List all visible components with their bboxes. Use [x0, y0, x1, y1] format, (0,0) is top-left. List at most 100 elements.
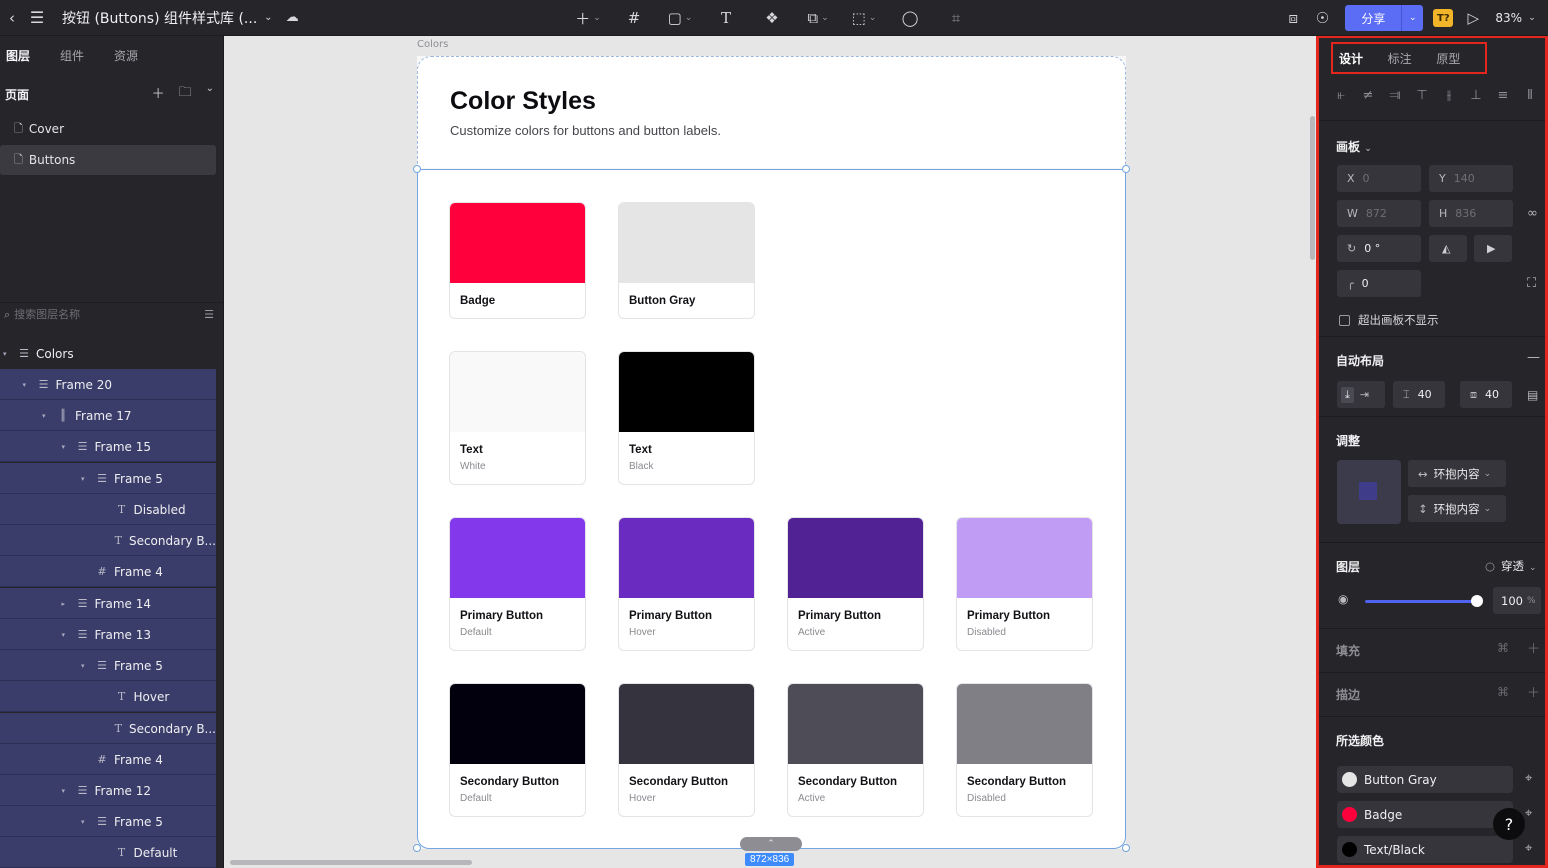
color-swatch-card[interactable]: Secondary Button Active [787, 683, 924, 817]
expand-arrow-icon[interactable]: ▾ [81, 475, 91, 483]
ellipse-tool-icon[interactable]: ◯ [887, 0, 933, 36]
opacity-input[interactable]: 100% [1493, 587, 1541, 614]
horizontal-sizing-select[interactable]: ↔ 环抱内容 ⌄ [1408, 460, 1506, 487]
layer-row[interactable]: ▾ ☰ Frame 5 [0, 806, 216, 837]
clip-content-checkbox[interactable]: 超出画板不显示 [1339, 312, 1439, 328]
play-icon[interactable]: ▷ [1463, 9, 1483, 27]
layer-row[interactable]: # Frame 4 [0, 744, 216, 775]
filter-icon[interactable]: ☰ [204, 308, 214, 321]
crop-tool-icon[interactable]: ⌗ [933, 0, 979, 36]
add-tool-button[interactable]: ＋ ⌄ [565, 0, 611, 36]
design-canvas[interactable]: Colors Color Styles Customize colors for… [225, 36, 1316, 868]
layer-row[interactable]: ▸ ☰ Frame 14 [0, 588, 216, 619]
resize-handle[interactable] [1122, 844, 1130, 852]
stroke-style-icon[interactable]: ⌘ [1497, 685, 1509, 699]
select-target-icon[interactable]: ⌖ [1525, 841, 1532, 856]
layer-row[interactable]: T Disabled [0, 494, 216, 525]
add-fill-icon[interactable]: ＋ [1527, 638, 1540, 657]
tab-assets[interactable]: 资源 [114, 47, 168, 64]
expand-corners-icon[interactable]: ⛶ [1527, 276, 1536, 291]
y-field[interactable]: Y 140 [1429, 165, 1513, 192]
resize-handle[interactable] [1122, 165, 1130, 173]
tab-prototype[interactable]: 原型 [1436, 50, 1485, 67]
align-center-h-icon[interactable]: ≠ [1360, 88, 1376, 103]
collapse-pages-icon[interactable]: ⌄ [206, 83, 214, 105]
gap-field[interactable]: ⌶ 40 [1393, 381, 1445, 408]
layer-search-input[interactable] [14, 308, 185, 321]
horizontal-direction-icon[interactable]: ⇥ [1360, 388, 1369, 401]
tab-annotate[interactable]: 标注 [1388, 50, 1437, 67]
rectangle-tool-button[interactable]: ▢ ⌄ [657, 0, 703, 36]
h-field[interactable]: H 836 [1429, 200, 1513, 227]
layer-row[interactable]: T Hover [0, 681, 216, 712]
color-swatch-card[interactable]: Primary Button Default [449, 517, 586, 651]
tab-layers[interactable]: 图层 [6, 47, 60, 64]
page-item-cover[interactable]: 🗋 Cover [0, 114, 216, 144]
distribute-v-icon[interactable]: ≡ [1495, 88, 1511, 103]
selected-frame[interactable]: Badge Button Gray Text White Text Black Primar… [417, 169, 1126, 849]
w-field[interactable]: W 872 [1337, 200, 1421, 227]
artboard-section-title[interactable]: 画板 ⌄ [1336, 138, 1372, 155]
color-swatch-card[interactable]: Primary Button Disabled [956, 517, 1093, 651]
layout-settings-icon[interactable]: ▤ [1527, 388, 1538, 402]
select-target-icon[interactable]: ⌖ [1525, 806, 1532, 821]
layer-row[interactable]: ▾ ☰ Colors [0, 338, 216, 369]
checkbox-box[interactable] [1339, 314, 1350, 326]
expand-arrow-icon[interactable]: ▾ [42, 412, 52, 420]
zoom-level[interactable]: 83% [1495, 11, 1522, 25]
color-swatch-card[interactable]: Text White [449, 351, 586, 485]
header-card[interactable]: Color Styles Customize colors for button… [417, 56, 1126, 168]
ai-badge[interactable]: T? [1433, 9, 1454, 27]
selected-color-row[interactable]: Button Gray [1337, 766, 1513, 793]
menu-icon[interactable]: ☰ [22, 8, 52, 27]
expand-arrow-icon[interactable]: ▾ [62, 631, 72, 639]
layer-row[interactable]: ▾ ☰ Frame 20 [0, 369, 216, 400]
color-swatch-card[interactable]: Primary Button Active [787, 517, 924, 651]
resize-handle[interactable] [413, 844, 421, 852]
artboard[interactable]: Color Styles Customize colors for button… [413, 56, 1130, 852]
tab-components[interactable]: 组件 [60, 47, 114, 64]
share-dropdown-icon[interactable]: ⌄ [1401, 5, 1423, 31]
layer-row[interactable]: ▾ ☰ Frame 15 [0, 431, 216, 462]
plugin-icon[interactable]: ⧈ [1277, 9, 1309, 27]
color-swatch-card[interactable]: Secondary Button Hover [618, 683, 755, 817]
blend-mode-select[interactable]: ○ 穿透 ⌄ [1485, 558, 1537, 574]
component-tool-icon[interactable]: ❖ [749, 0, 795, 36]
layer-row[interactable]: T Secondary B... [0, 525, 216, 556]
radius-field[interactable]: ╭ 0 [1337, 270, 1421, 297]
remove-auto-layout-icon[interactable]: — [1527, 350, 1540, 365]
text-tool-icon[interactable]: T [703, 0, 749, 36]
flip-horizontal-button[interactable]: ◭ [1429, 235, 1467, 262]
color-swatch-card[interactable]: Secondary Button Disabled [956, 683, 1093, 817]
vertical-sizing-select[interactable]: ↕ 环抱内容 ⌄ [1408, 495, 1506, 522]
resize-handle[interactable] [413, 165, 421, 173]
add-stroke-icon[interactable]: ＋ [1527, 682, 1540, 701]
share-button[interactable]: 分享 ⌄ [1345, 5, 1424, 31]
flip-vertical-button[interactable]: ▶ [1474, 235, 1512, 262]
eye-icon[interactable]: ◉ [1338, 592, 1348, 606]
vertical-scrollbar[interactable] [1310, 116, 1315, 260]
padding-field[interactable]: ⧈ 40 [1460, 381, 1512, 408]
layer-row[interactable]: ▾ ☰ Frame 5 [0, 650, 216, 681]
align-right-icon[interactable]: ⫥ [1387, 88, 1403, 103]
zoom-chevron-icon[interactable]: ⌄ [1526, 13, 1538, 23]
layer-row[interactable]: T Secondary B... [0, 713, 216, 744]
color-swatch-card[interactable]: Badge [449, 202, 586, 319]
align-left-icon[interactable]: ⫦ [1333, 88, 1349, 103]
collapse-handle[interactable]: ⌃ [740, 837, 802, 851]
lightbulb-icon[interactable]: ☉ [1309, 9, 1335, 27]
layer-row[interactable]: ▾ ☰ Frame 12 [0, 775, 216, 806]
chevron-down-icon[interactable]: ⌄ [257, 12, 279, 23]
x-field[interactable]: X0 [1337, 165, 1421, 192]
expand-arrow-icon[interactable]: ▸ [62, 600, 72, 608]
layer-row[interactable]: ▾ ║ Frame 17 [0, 400, 216, 431]
add-page-icon[interactable]: ＋ [152, 83, 165, 105]
layer-row[interactable]: T Default [0, 837, 216, 868]
expand-arrow-icon[interactable]: ▾ [81, 818, 91, 826]
layer-row[interactable]: ▾ ☰ Frame 5 [0, 463, 216, 494]
back-icon[interactable]: ‹ [2, 9, 22, 27]
expand-arrow-icon[interactable]: ▾ [62, 443, 72, 451]
align-top-icon[interactable]: ⊤ [1414, 88, 1430, 103]
selected-color-row[interactable]: Badge [1337, 801, 1513, 828]
alignment-preview[interactable] [1337, 460, 1401, 524]
